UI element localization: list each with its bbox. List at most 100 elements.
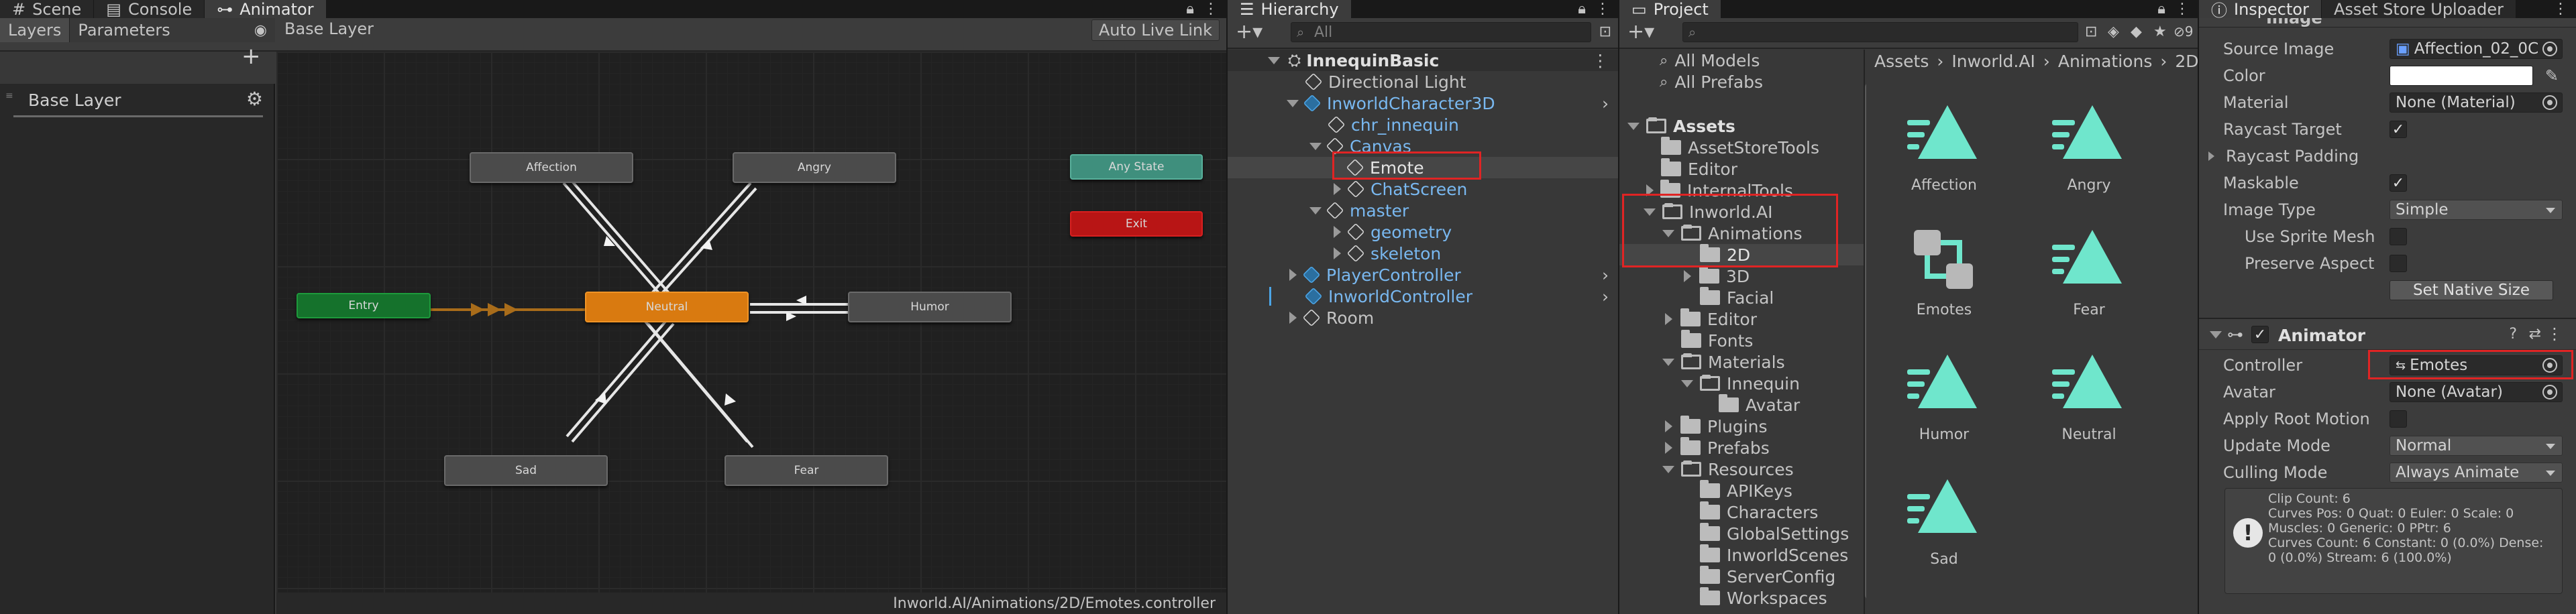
tree-resources[interactable]: Resources bbox=[1619, 458, 1864, 480]
tree-editor[interactable]: Editor bbox=[1619, 158, 1864, 180]
expand-arrow-icon[interactable] bbox=[1627, 122, 1640, 130]
asset-emotes[interactable]: Emotes bbox=[1890, 221, 1998, 342]
tree-inworld-ai[interactable]: Inworld.AI bbox=[1619, 201, 1864, 223]
hierarchy-row-chr-innequin[interactable]: chr_innequin bbox=[1228, 114, 1618, 135]
asset-fear[interactable]: Fear bbox=[2035, 221, 2143, 342]
hierarchy-row-canvas[interactable]: Canvas bbox=[1228, 135, 1618, 157]
hierarchy-row-inworldcontroller[interactable]: InworldController › bbox=[1228, 286, 1618, 307]
expand-arrow-icon[interactable] bbox=[1268, 56, 1280, 64]
expand-arrow-icon[interactable] bbox=[1644, 208, 1656, 216]
expand-arrow-icon[interactable] bbox=[1684, 270, 1691, 282]
breadcrumb-inworld-ai[interactable]: Inworld.AI bbox=[1951, 52, 2035, 71]
tree-2d[interactable]: 2D bbox=[1619, 244, 1864, 265]
more-menu-icon[interactable]: ⋮ bbox=[1203, 1, 1218, 17]
preset-icon[interactable]: ⇄ bbox=[2529, 326, 2541, 343]
apply-root-motion-checkbox[interactable] bbox=[2390, 410, 2407, 428]
tree-serverconfig[interactable]: ServerConfig bbox=[1619, 566, 1864, 587]
layer-item-base[interactable]: ≡ Base Layer ⚙ bbox=[5, 84, 263, 117]
breadcrumb-assets[interactable]: Assets bbox=[1874, 52, 1929, 71]
add-layer-button[interactable]: + bbox=[241, 45, 261, 68]
hierarchy-row-playercontroller[interactable]: PlayerController › bbox=[1228, 264, 1618, 286]
tree-animations[interactable]: Animations bbox=[1619, 223, 1864, 244]
object-picker-icon[interactable] bbox=[2542, 358, 2557, 373]
expand-arrow-icon[interactable] bbox=[1665, 313, 1672, 325]
asset-affection[interactable]: Affection bbox=[1890, 97, 1998, 217]
expand-arrow-icon[interactable] bbox=[1309, 142, 1322, 150]
hierarchy-row-chatscreen[interactable]: ChatScreen bbox=[1228, 178, 1618, 200]
lock-icon[interactable]: 🔒︎ bbox=[1578, 1, 1586, 17]
state-exit[interactable]: Exit bbox=[1070, 211, 1203, 237]
raycast-target-checkbox[interactable]: ✓ bbox=[2390, 121, 2407, 138]
tree-prefabs[interactable]: Prefabs bbox=[1619, 437, 1864, 458]
hierarchy-row-directional-light[interactable]: Directional Light bbox=[1228, 71, 1618, 93]
expand-arrow-icon[interactable] bbox=[1665, 420, 1672, 432]
tree-assets[interactable]: Assets bbox=[1619, 115, 1864, 137]
breadcrumb-2d[interactable]: 2D bbox=[2175, 52, 2198, 71]
lock-icon[interactable]: 🔒︎ bbox=[1186, 1, 1194, 17]
animator-enabled-checkbox[interactable]: ✓ bbox=[2251, 326, 2269, 343]
update-mode-dropdown[interactable]: Normal bbox=[2390, 436, 2563, 456]
material-field[interactable]: None (Material) bbox=[2390, 93, 2563, 113]
expand-arrow-icon[interactable] bbox=[1646, 184, 1654, 196]
hierarchy-row-emote[interactable]: Emote bbox=[1228, 157, 1618, 178]
state-machine-graph[interactable]: Affection Angry Any State Exit Entry Neu… bbox=[276, 52, 1226, 614]
state-humor[interactable]: Humor bbox=[848, 292, 1012, 322]
tab-inspector[interactable]: ⓘ Inspector bbox=[2199, 0, 2322, 20]
state-angry[interactable]: Angry bbox=[733, 152, 896, 183]
more-menu-icon[interactable]: ⋮ bbox=[2175, 1, 2190, 17]
tab-scene[interactable]: # Scene bbox=[0, 0, 95, 19]
tree-globalsettings[interactable]: GlobalSettings bbox=[1619, 523, 1864, 544]
state-fear[interactable]: Fear bbox=[724, 455, 888, 486]
breadcrumb-animations[interactable]: Animations bbox=[2058, 52, 2152, 71]
tab-animator[interactable]: ⊶ Animator bbox=[205, 0, 327, 19]
tree-avatar[interactable]: Avatar bbox=[1619, 394, 1864, 416]
gear-icon[interactable]: ⚙ bbox=[246, 88, 263, 110]
tree-3d[interactable]: 3D bbox=[1619, 265, 1864, 287]
favorite-all-models[interactable]: ⌕ All Models bbox=[1619, 50, 1864, 71]
search-input[interactable]: ⌕ bbox=[1682, 22, 2078, 42]
eyedropper-icon[interactable]: ✎ bbox=[2545, 66, 2559, 85]
search-filter-icon[interactable]: ⊡ bbox=[2085, 23, 2097, 40]
state-neutral[interactable]: Neutral bbox=[585, 292, 749, 322]
more-menu-icon[interactable]: ⋮ bbox=[2553, 1, 2568, 17]
state-entry[interactable]: Entry bbox=[297, 293, 431, 318]
asset-humor[interactable]: Humor bbox=[1890, 346, 1998, 467]
state-sad[interactable]: Sad bbox=[444, 455, 608, 486]
object-picker-icon[interactable] bbox=[2542, 385, 2557, 400]
add-button[interactable]: +▾ bbox=[1236, 22, 1263, 42]
tree-plugins[interactable]: Plugins bbox=[1619, 416, 1864, 437]
culling-mode-dropdown[interactable]: Always Animate bbox=[2390, 463, 2563, 483]
chevron-right-icon[interactable]: › bbox=[1602, 94, 1609, 113]
label-filter-icon[interactable]: ◆ bbox=[2131, 23, 2142, 40]
breadcrumb[interactable]: Base Layer bbox=[284, 19, 374, 38]
tree-assetstoretools[interactable]: AssetStoreTools bbox=[1619, 137, 1864, 158]
tab-hierarchy[interactable]: ☰ Hierarchy bbox=[1228, 0, 1352, 19]
expand-arrow-icon[interactable] bbox=[1287, 99, 1299, 107]
tree-facial[interactable]: Facial bbox=[1619, 287, 1864, 308]
favorite-all-prefabs[interactable]: ⌕ All Prefabs bbox=[1619, 71, 1864, 93]
tree-apikeys[interactable]: APIKeys bbox=[1619, 480, 1864, 501]
favorite-icon[interactable]: ★ bbox=[2153, 23, 2167, 40]
tab-console[interactable]: ▤ Console bbox=[94, 0, 205, 19]
avatar-field[interactable]: None (Avatar) bbox=[2390, 382, 2563, 402]
more-menu-icon[interactable]: ⋮ bbox=[1595, 1, 1610, 17]
add-button[interactable]: +▾ bbox=[1627, 22, 1654, 42]
object-picker-icon[interactable] bbox=[2542, 42, 2557, 56]
state-any-state[interactable]: Any State bbox=[1070, 154, 1203, 180]
tab-project[interactable]: ▭ Project bbox=[1619, 0, 1721, 19]
animator-component-header[interactable]: ⊶ ✓ Animator ? ⇄ ⋮ bbox=[2199, 318, 2576, 350]
hierarchy-row-master[interactable]: master bbox=[1228, 200, 1618, 221]
more-menu-icon[interactable]: ⋮ bbox=[2546, 324, 2563, 343]
chevron-right-icon[interactable]: › bbox=[1602, 287, 1609, 306]
eye-icon[interactable]: ◉ bbox=[254, 22, 267, 39]
type-filter-icon[interactable]: ◈ bbox=[2108, 23, 2119, 40]
asset-neutral[interactable]: Neutral bbox=[2035, 346, 2143, 467]
hidden-packages-icon[interactable]: ⊘9 bbox=[2174, 23, 2194, 40]
foldout-arrow-icon[interactable] bbox=[2208, 151, 2214, 161]
expand-arrow-icon[interactable] bbox=[1289, 312, 1297, 324]
expand-arrow-icon[interactable] bbox=[1334, 226, 1341, 238]
tree-inworldscenes[interactable]: InworldScenes bbox=[1619, 544, 1864, 566]
hierarchy-row-innequinbasic[interactable]: ⛭ InnequinBasic ⋮ bbox=[1228, 50, 1618, 71]
tab-asset-store-uploader[interactable]: Asset Store Uploader bbox=[2321, 0, 2516, 19]
search-input[interactable]: ⌕ All bbox=[1291, 22, 1591, 42]
